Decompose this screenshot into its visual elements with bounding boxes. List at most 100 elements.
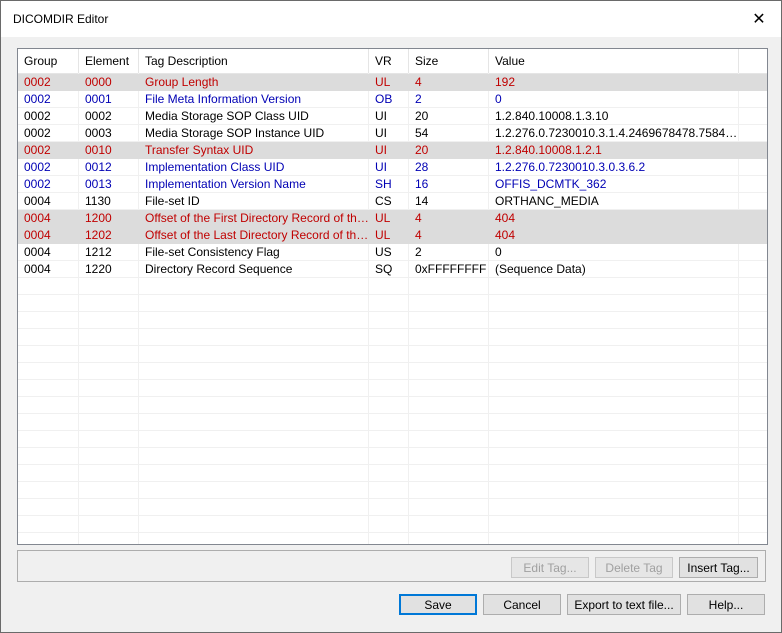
cell-element: 0002 [85, 109, 112, 123]
cell-vr: CS [375, 194, 392, 208]
close-icon: ✕ [752, 11, 766, 28]
grid-line-horizontal [18, 379, 767, 380]
cell-vr: UI [375, 126, 387, 140]
cell-size: 2 [415, 245, 422, 259]
cell-value: (Sequence Data) [495, 262, 586, 276]
cell-group: 0002 [24, 92, 51, 106]
cell-vr: UL [375, 75, 391, 89]
cell-group: 0002 [24, 160, 51, 174]
table-row[interactable]: 0002 0010 Transfer Syntax UID UI 20 1.2.840.1… [18, 142, 767, 159]
cell-size: 4 [415, 211, 422, 225]
cell-group: 0002 [24, 177, 51, 191]
cell-element: 1130 [85, 194, 111, 208]
export-to-text-button[interactable]: Export to text file... [567, 594, 681, 615]
table-row[interactable]: 0002 0000 Group Length UL 4 192 [18, 74, 767, 91]
cell-value: 404 [495, 211, 516, 225]
cell-value: 1.2.276.0.7230010.3.1.4.2469678478.7584.… [495, 126, 739, 140]
cell-size: 20 [415, 109, 429, 123]
cell-tag-description: File-set Consistency Flag [145, 245, 280, 259]
grid-line-horizontal [18, 481, 767, 482]
cell-element: 0003 [85, 126, 112, 140]
cell-size: 16 [415, 177, 429, 191]
cell-size: 0xFFFFFFFF [415, 262, 487, 276]
cell-tag-description: Implementation Class UID [145, 160, 285, 174]
cell-vr: UI [375, 109, 387, 123]
grid-line-horizontal [18, 413, 767, 414]
column-header-element[interactable]: Element [79, 49, 139, 73]
cell-size: 54 [415, 126, 429, 140]
cell-element: 1202 [85, 228, 112, 242]
edit-tag-button[interactable]: Edit Tag... [511, 557, 589, 578]
cell-size: 20 [415, 143, 429, 157]
grid-line-horizontal [18, 430, 767, 431]
grid-line-horizontal [18, 532, 767, 533]
column-header-vr[interactable]: VR [369, 49, 409, 73]
cell-group: 0004 [24, 262, 51, 276]
cell-vr: UL [375, 228, 391, 242]
table-row[interactable]: 0004 1200 Offset of the First Directory Re… [18, 210, 767, 227]
cell-value: 1.2.840.10008.1.2.1 [495, 143, 602, 157]
delete-tag-button[interactable]: Delete Tag [595, 557, 673, 578]
grid-line-horizontal [18, 328, 767, 329]
cell-element: 0012 [85, 160, 112, 174]
cell-group: 0002 [24, 75, 51, 89]
help-button[interactable]: Help... [687, 594, 765, 615]
cell-vr: SH [375, 177, 392, 191]
table-row[interactable]: 0002 0003 Media Storage SOP Instance UID UI… [18, 125, 767, 142]
insert-tag-button[interactable]: Insert Tag... [679, 557, 758, 578]
list-header: Group Element Tag Description VR Size Va… [18, 49, 767, 74]
cancel-button[interactable]: Cancel [483, 594, 561, 615]
cell-element: 1200 [85, 211, 112, 225]
cell-size: 4 [415, 228, 422, 242]
cell-vr: US [375, 245, 392, 259]
grid-line-horizontal [18, 294, 767, 295]
cell-tag-description: Group Length [145, 75, 219, 89]
close-button[interactable]: ✕ [737, 1, 781, 37]
cell-element: 0013 [85, 177, 112, 191]
cell-tag-description: Directory Record Sequence [145, 262, 293, 276]
cell-group: 0004 [24, 245, 51, 259]
column-header-value[interactable]: Value [489, 49, 739, 73]
cell-tag-description: File Meta Information Version [145, 92, 302, 106]
column-header-filler [739, 49, 767, 73]
grid-line-horizontal [18, 464, 767, 465]
cell-group: 0004 [24, 228, 51, 242]
table-row[interactable]: 0002 0002 Media Storage SOP Class UID UI 20 1… [18, 108, 767, 125]
cell-size: 14 [415, 194, 429, 208]
cell-value: 404 [495, 228, 516, 242]
table-row[interactable]: 0002 0013 Implementation Version Name SH 16 O… [18, 176, 767, 193]
cell-vr: OB [375, 92, 393, 106]
window-title: DICOMDIR Editor [13, 12, 109, 26]
table-row[interactable]: 0004 1130 File-set ID CS 14 ORTHANC_MEDIA [18, 193, 767, 210]
column-header-size[interactable]: Size [409, 49, 489, 73]
title-bar[interactable]: DICOMDIR Editor ✕ [1, 1, 781, 37]
tag-list[interactable]: Group Element Tag Description VR Size Va… [17, 48, 768, 545]
cell-tag-description: Media Storage SOP Class UID [145, 109, 309, 123]
cell-group: 0004 [24, 194, 51, 208]
dicomdir-editor-window: DICOMDIR Editor ✕ Group Element Tag Desc… [0, 0, 782, 633]
table-row[interactable]: 0004 1202 Offset of the Last Directory Rec… [18, 227, 767, 244]
cell-value: ORTHANC_MEDIA [495, 194, 599, 208]
cell-size: 2 [415, 92, 422, 106]
save-button[interactable]: Save [399, 594, 477, 615]
grid-line-horizontal [18, 447, 767, 448]
cell-tag-description: Implementation Version Name [145, 177, 306, 191]
table-row[interactable]: 0004 1220 Directory Record Sequence SQ 0xFFF… [18, 261, 767, 278]
cell-tag-description: Media Storage SOP Instance UID [145, 126, 325, 140]
grid-line-horizontal [18, 515, 767, 516]
cell-vr: SQ [375, 262, 393, 276]
column-header-tag-description[interactable]: Tag Description [139, 49, 369, 73]
cell-element: 1220 [85, 262, 112, 276]
table-row[interactable]: 0004 1212 File-set Consistency Flag US 2 0 [18, 244, 767, 261]
cell-tag-description: File-set ID [145, 194, 200, 208]
cell-group: 0002 [24, 109, 51, 123]
cell-vr: UI [375, 160, 387, 174]
cell-element: 0000 [85, 75, 112, 89]
cell-tag-description: Offset of the First Directory Record of … [145, 211, 369, 225]
table-row[interactable]: 0002 0012 Implementation Class UID UI 28 1.2.… [18, 159, 767, 176]
column-header-group[interactable]: Group [18, 49, 79, 73]
grid-line-horizontal [18, 311, 767, 312]
cell-group: 0002 [24, 143, 51, 157]
cell-group: 0002 [24, 126, 51, 140]
table-row[interactable]: 0002 0001 File Meta Information Version OB 2… [18, 91, 767, 108]
